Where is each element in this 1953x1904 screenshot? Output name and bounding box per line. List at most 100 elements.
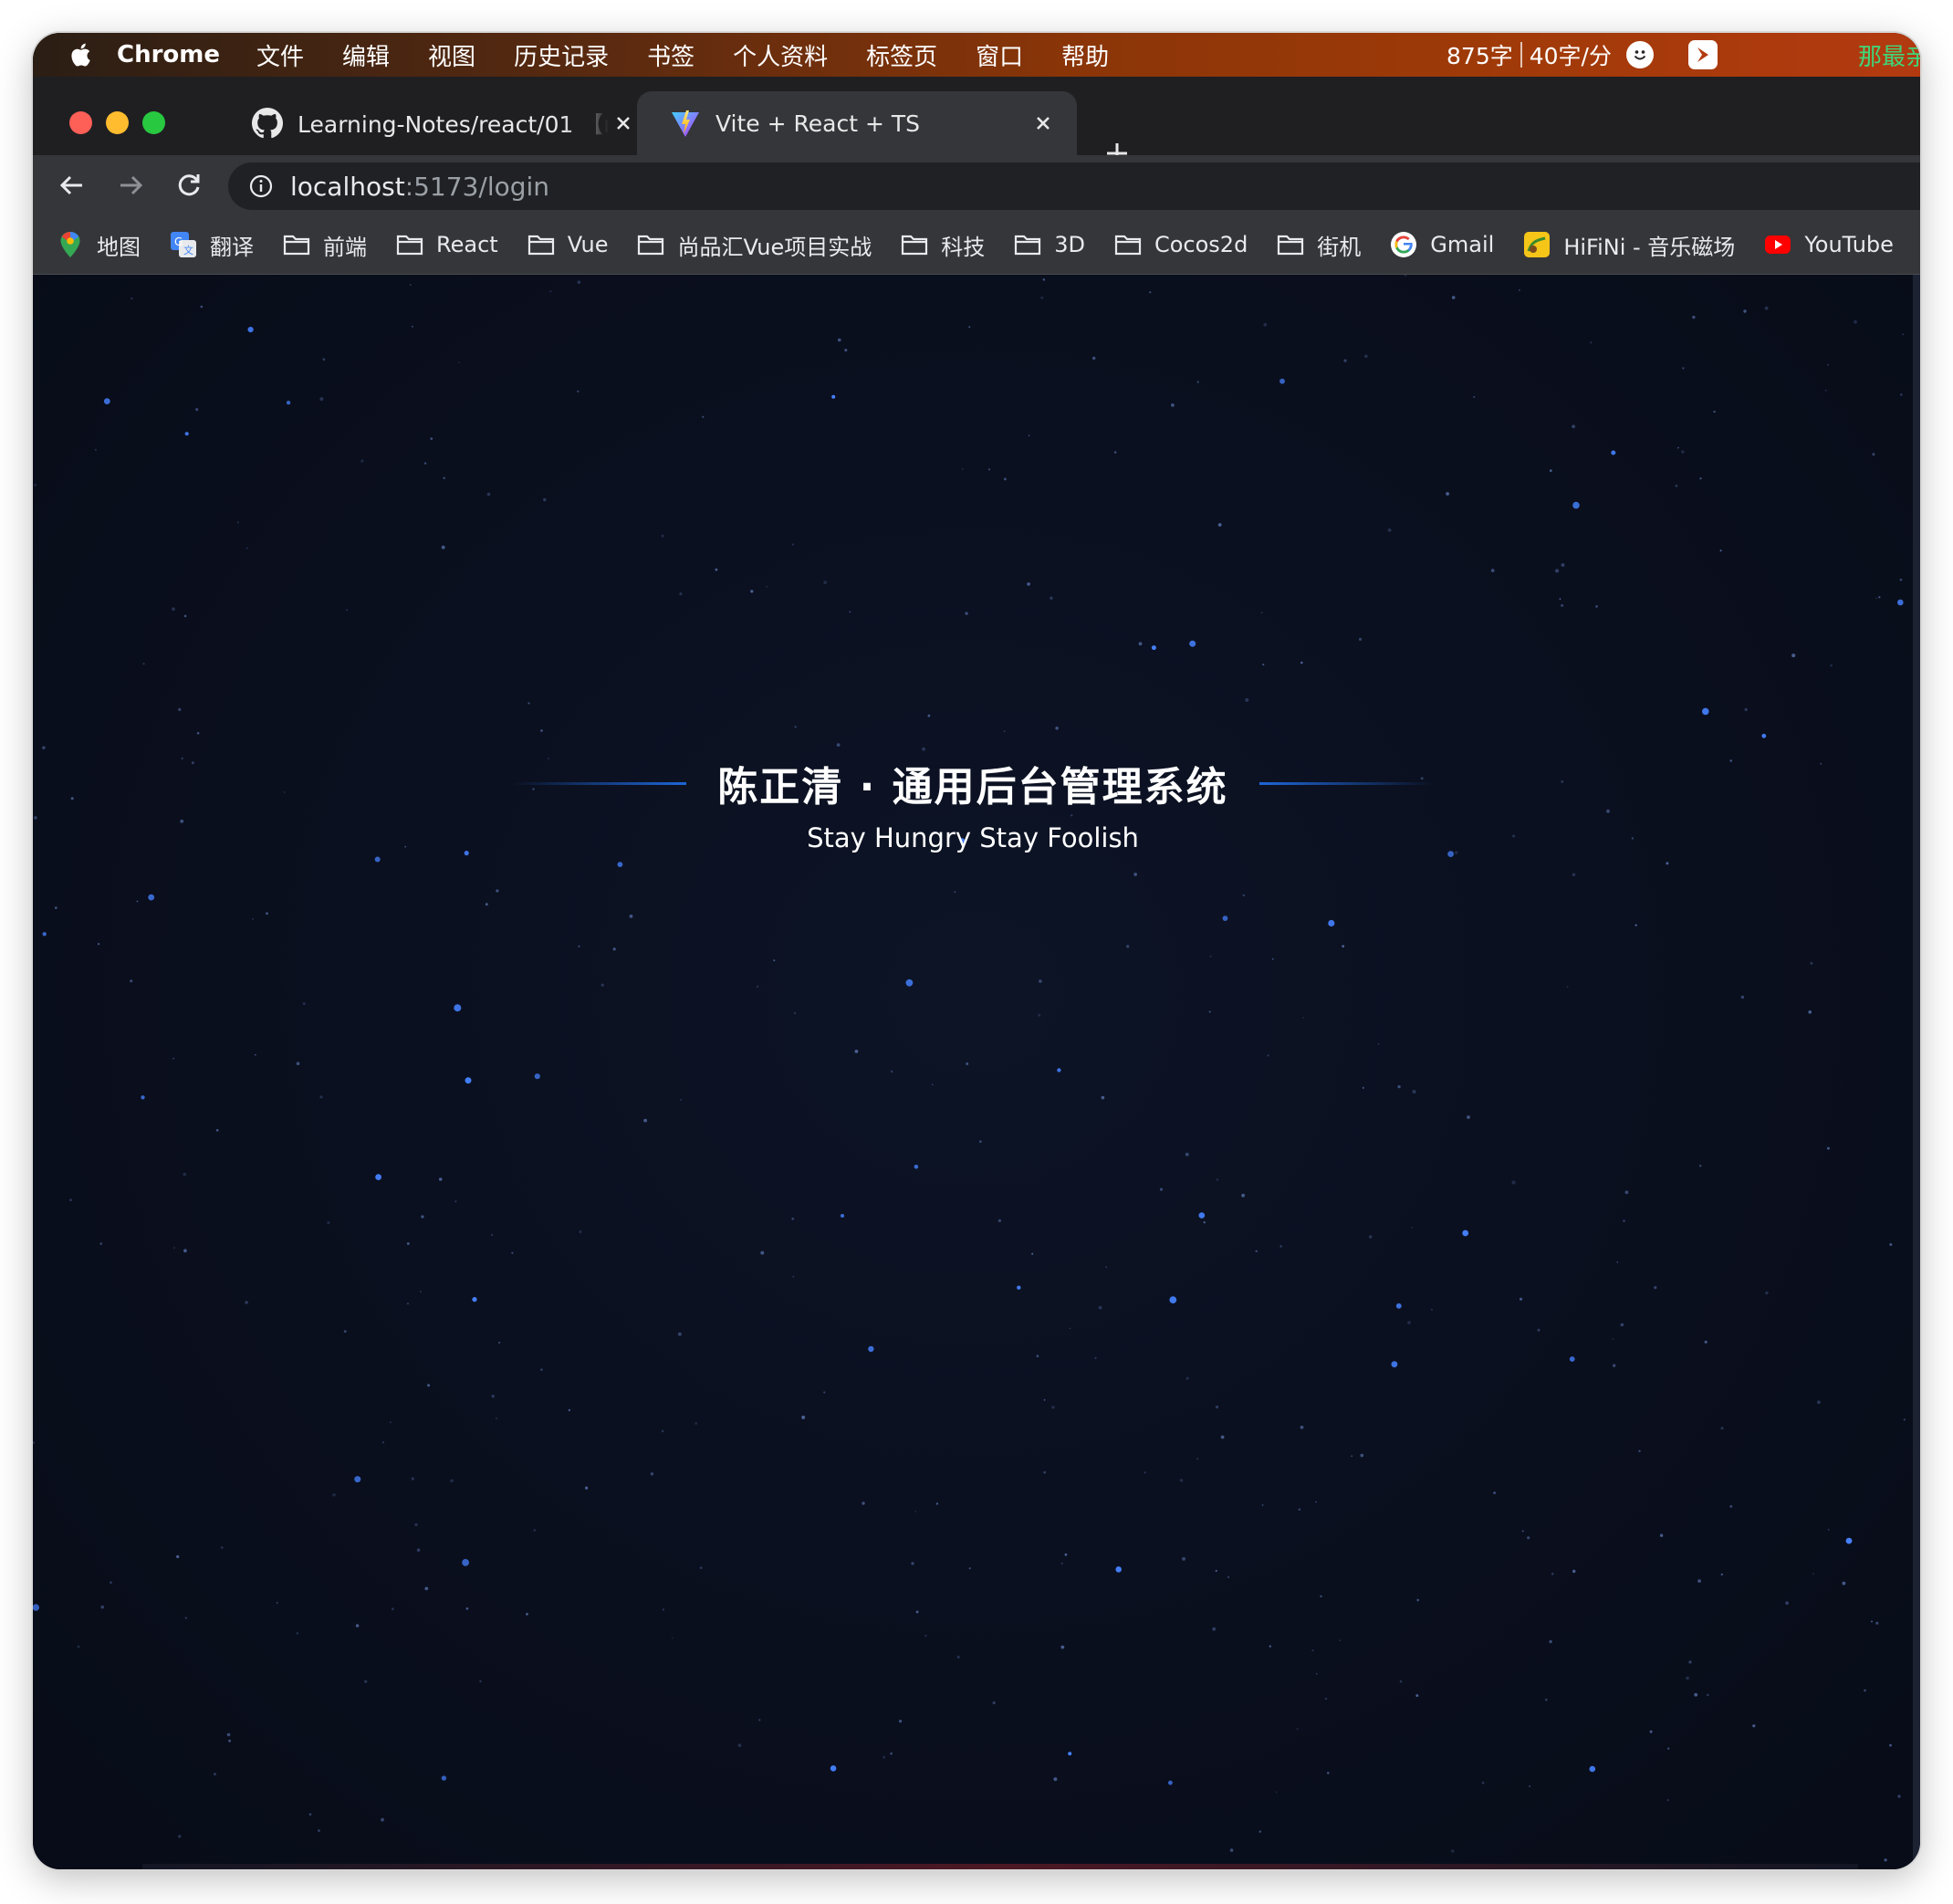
- star: [374, 856, 381, 863]
- tab-learning-notes[interactable]: Learning-Notes/react/01 【react: [219, 91, 657, 155]
- bookmark-youtube[interactable]: YouTube: [1764, 231, 1894, 258]
- apple-logo-icon[interactable]: [66, 41, 93, 68]
- star: [1411, 1227, 1414, 1229]
- star: [1467, 1115, 1470, 1119]
- star: [245, 547, 248, 549]
- star: [33, 1604, 39, 1611]
- smiley-icon[interactable]: [1626, 41, 1654, 68]
- star: [1215, 1405, 1219, 1409]
- menu-item-tabs[interactable]: 标签页: [866, 38, 937, 72]
- star: [1765, 1291, 1769, 1295]
- close-tab-icon[interactable]: [610, 110, 637, 137]
- bookmark-folder-vue-project[interactable]: 尚品汇Vue项目实战: [637, 229, 872, 261]
- star: [1216, 1178, 1219, 1181]
- star: [661, 1429, 664, 1433]
- folder-icon: [901, 231, 928, 258]
- star: [1300, 1425, 1304, 1429]
- folder-icon: [283, 231, 310, 258]
- menu-item-bookmarks[interactable]: 书签: [647, 38, 695, 72]
- forward-arrow-icon[interactable]: [113, 168, 148, 203]
- star: [1343, 359, 1347, 362]
- bookmark-folder-arcade[interactable]: 街机: [1277, 229, 1361, 261]
- star: [1057, 1068, 1061, 1072]
- star: [195, 408, 199, 412]
- star: [899, 1720, 903, 1723]
- menu-item-file[interactable]: 文件: [256, 38, 304, 72]
- star: [1377, 1043, 1380, 1045]
- star: [1053, 1777, 1058, 1782]
- folder-icon: [1114, 231, 1142, 258]
- star: [1785, 1601, 1789, 1606]
- youtube-icon: [1764, 231, 1791, 258]
- bookmark-folder-react[interactable]: React: [396, 231, 498, 258]
- star: [1203, 1221, 1206, 1224]
- star: [679, 592, 683, 596]
- minimize-window-button[interactable]: [106, 111, 129, 134]
- close-tab-icon[interactable]: [1029, 110, 1057, 137]
- star: [454, 1200, 457, 1203]
- menu-app-name[interactable]: Chrome: [117, 41, 220, 68]
- star: [99, 1242, 102, 1245]
- menu-item-view[interactable]: 视图: [428, 38, 475, 72]
- star: [55, 906, 57, 909]
- star: [1325, 1698, 1327, 1700]
- star: [1675, 485, 1678, 487]
- star: [1446, 492, 1449, 496]
- app-status-icon[interactable]: [1688, 40, 1718, 69]
- star: [454, 1004, 462, 1012]
- tab-vite-react-ts[interactable]: Vite + React + TS: [637, 91, 1077, 155]
- menu-item-window[interactable]: 窗口: [976, 38, 1023, 72]
- back-arrow-icon[interactable]: [55, 168, 89, 203]
- star: [33, 1441, 35, 1444]
- menu-item-history[interactable]: 历史记录: [514, 38, 609, 72]
- star: [296, 1632, 298, 1635]
- address-bar[interactable]: localhost :5173/login: [228, 162, 1920, 210]
- star: [1875, 1621, 1879, 1625]
- star: [215, 1129, 219, 1132]
- star: [1320, 1595, 1322, 1598]
- reload-icon[interactable]: [172, 168, 206, 203]
- star: [1149, 291, 1152, 294]
- bookmark-folder-frontend[interactable]: 前端: [283, 229, 367, 261]
- star: [1699, 1165, 1702, 1167]
- translate-icon: G文: [170, 231, 197, 258]
- page-scrollbar[interactable]: [1913, 275, 1920, 1869]
- star: [1339, 1639, 1342, 1642]
- star: [441, 1775, 447, 1781]
- star: [1412, 1090, 1416, 1093]
- star: [94, 448, 97, 451]
- star: [1220, 1435, 1225, 1439]
- site-info-icon[interactable]: [248, 173, 274, 199]
- star: [914, 1165, 919, 1169]
- bookmark-folder-tech[interactable]: 科技: [901, 229, 985, 261]
- star: [849, 611, 851, 613]
- star: [1151, 645, 1156, 651]
- star: [319, 397, 324, 402]
- star: [1752, 1724, 1756, 1728]
- star: [1258, 1830, 1262, 1833]
- star: [443, 476, 445, 479]
- menu-item-help[interactable]: 帮助: [1061, 38, 1109, 72]
- star: [276, 1602, 278, 1604]
- bookmark-gmail[interactable]: Gmail: [1390, 231, 1494, 258]
- bookmark-maps[interactable]: 地图: [57, 229, 141, 261]
- star: [196, 732, 200, 735]
- close-window-button[interactable]: [69, 111, 92, 134]
- bookmark-translate[interactable]: G文 翻译: [170, 229, 254, 261]
- star: [1036, 1355, 1039, 1357]
- bookmark-folder-cocos2d[interactable]: Cocos2d: [1114, 231, 1248, 258]
- bookmark-folder-3d[interactable]: 3D: [1014, 231, 1085, 258]
- star: [491, 1395, 495, 1398]
- star: [1092, 356, 1096, 361]
- menu-item-profiles[interactable]: 个人资料: [733, 38, 828, 72]
- fullscreen-window-button[interactable]: [142, 111, 165, 134]
- star: [1241, 1193, 1245, 1198]
- bookmark-label: 尚品汇Vue项目实战: [677, 234, 872, 260]
- bookmark-folder-vue[interactable]: Vue: [527, 231, 608, 258]
- star: [414, 1522, 418, 1527]
- star: [1069, 1327, 1071, 1330]
- star: [1242, 894, 1246, 897]
- star: [1262, 664, 1265, 666]
- menu-item-edit[interactable]: 编辑: [342, 38, 390, 72]
- bookmark-hifini[interactable]: HiFiNi - 音乐磁场: [1523, 229, 1735, 261]
